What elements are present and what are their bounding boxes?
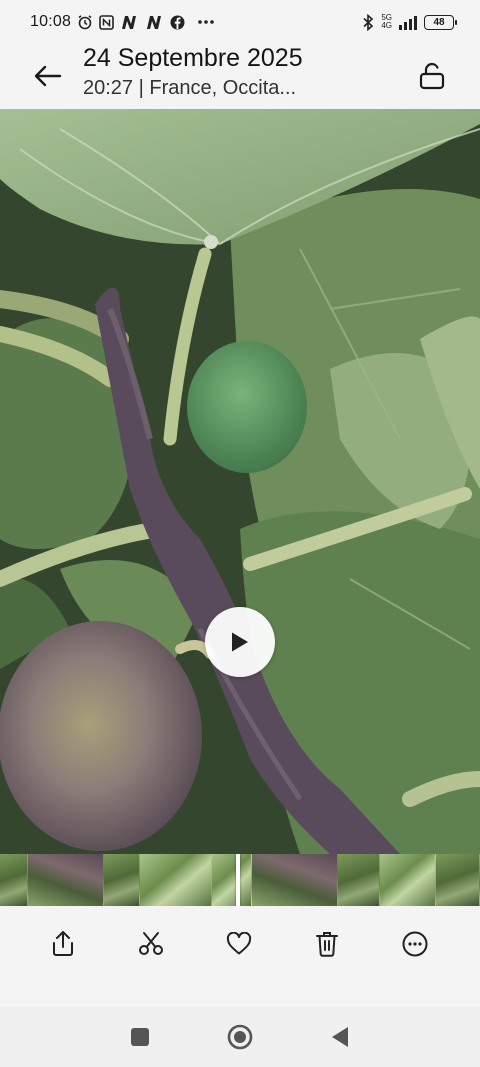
play-button[interactable] (205, 607, 275, 677)
trash-icon (316, 932, 338, 957)
nfc-icon (99, 14, 114, 30)
notification-n-icon (120, 15, 139, 30)
fig-tree-video-frame (0, 109, 480, 854)
video-filmstrip[interactable] (0, 854, 480, 906)
notification-n-icon (145, 15, 164, 30)
home-button[interactable] (218, 1015, 262, 1059)
home-icon (227, 1024, 253, 1050)
play-icon (232, 632, 248, 652)
status-bar: 10:08 5G 4G 48 (0, 0, 480, 44)
arrow-left-icon (34, 65, 62, 87)
more-icon (402, 931, 428, 957)
facebook-icon (170, 15, 185, 30)
filmstrip-frame (104, 854, 140, 906)
edit-button[interactable] (128, 921, 174, 967)
photo-time-location[interactable]: 20:27 | France, Occita... (83, 77, 296, 100)
status-right: 5G 4G 48 (361, 13, 457, 31)
network-type: 5G 4G (381, 14, 392, 30)
bluetooth-icon (361, 13, 375, 31)
filmstrip-frame (0, 854, 28, 906)
filmstrip-frame (338, 854, 380, 906)
signal-icon (398, 15, 418, 30)
filmstrip-frame (252, 854, 338, 906)
filmstrip-frame (436, 854, 480, 906)
filmstrip-frame (28, 854, 104, 906)
favorite-button[interactable] (216, 921, 262, 967)
filmstrip-frame (140, 854, 212, 906)
share-button[interactable] (40, 921, 86, 967)
status-time: 10:08 (30, 13, 72, 30)
lock-button[interactable] (414, 58, 450, 94)
alarm-icon (77, 14, 93, 30)
filmstrip-frame (212, 854, 252, 906)
header: 24 Septembre 2025 20:27 | France, Occita… (0, 44, 480, 108)
network-bottom-label: 4G (381, 21, 392, 30)
action-toolbar (0, 906, 480, 982)
status-left: 10:08 (30, 13, 215, 31)
back-button[interactable] (30, 58, 66, 94)
more-dots-icon (197, 19, 215, 25)
more-button[interactable] (392, 921, 438, 967)
photo-date-title: 24 Septembre 2025 (83, 44, 303, 72)
system-navigation-bar (0, 1007, 480, 1067)
share-icon (53, 931, 73, 956)
heart-icon (226, 932, 252, 955)
filmstrip-playhead[interactable] (236, 854, 240, 906)
back-nav-button[interactable] (318, 1015, 362, 1059)
scissors-icon (139, 932, 163, 955)
filmstrip-frame (380, 854, 436, 906)
back-triangle-icon (332, 1027, 348, 1047)
recents-icon (131, 1028, 149, 1046)
recents-button[interactable] (118, 1015, 162, 1059)
video-preview[interactable] (0, 109, 480, 854)
delete-button[interactable] (304, 921, 350, 967)
photo-viewer-screen: 10:08 5G 4G 48 24 Septembre 2025 20:27 |… (0, 0, 480, 1067)
battery-indicator: 48 (424, 14, 457, 30)
unlock-icon (419, 62, 445, 90)
